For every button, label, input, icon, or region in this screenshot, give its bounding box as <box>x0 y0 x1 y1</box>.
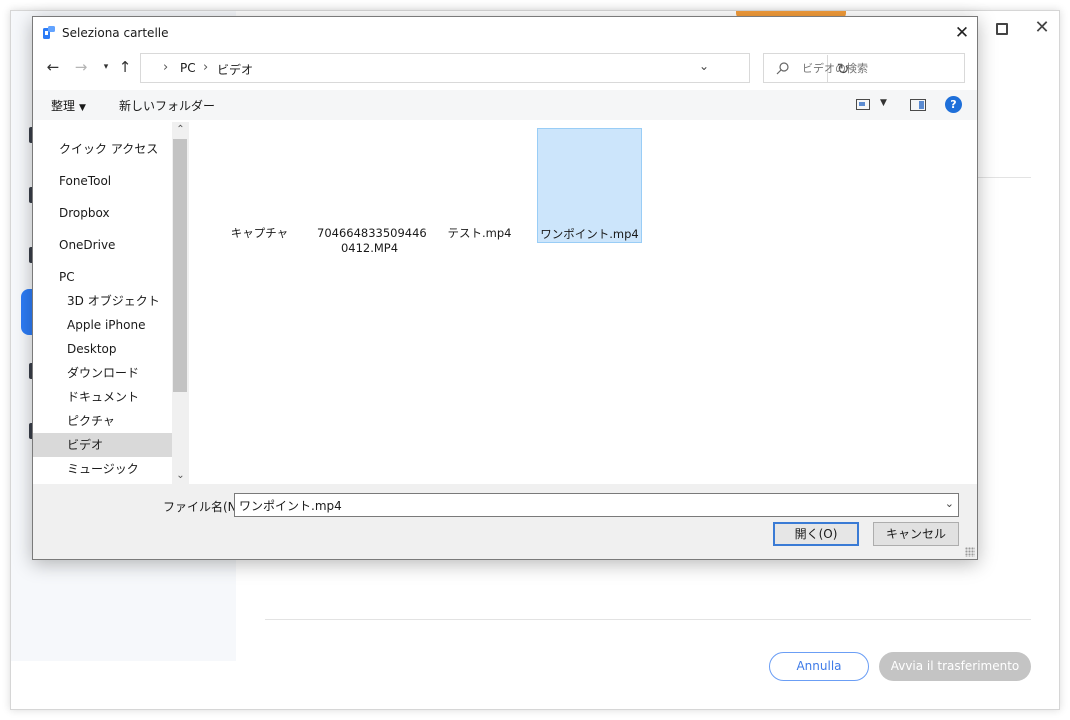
filename-combobox[interactable]: ⌄ <box>234 493 959 517</box>
file-item[interactable]: 704664833509446 0412.MP4 <box>317 128 427 255</box>
nav-item-videos[interactable]: ビデオ <box>33 433 172 457</box>
nav-item-documents[interactable]: ドキュメント <box>33 385 172 409</box>
divider <box>978 177 1031 178</box>
file-item[interactable]: テスト.mp4 <box>427 128 532 243</box>
chevron-down-icon[interactable]: ⌄ <box>172 468 189 484</box>
forward-arrow-icon[interactable]: → <box>71 57 91 77</box>
back-arrow-icon[interactable]: ← <box>43 57 63 77</box>
file-item[interactable]: キャプチャ <box>207 128 312 243</box>
file-name: キャプチャ <box>230 226 289 240</box>
breadcrumb-separator-icon: › <box>203 60 209 75</box>
chevron-down-icon: ▼ <box>79 103 86 113</box>
dialog-title: Seleziona cartelle <box>62 26 169 40</box>
dialog-toolbar: 整理 ▼ 新しいフォルダー ▼ ? <box>33 90 977 120</box>
help-icon[interactable]: ? <box>945 96 962 113</box>
organize-label: 整理 <box>51 99 76 113</box>
open-button[interactable]: 開く(O) <box>773 522 859 546</box>
new-folder-button[interactable]: 新しいフォルダー <box>119 97 215 114</box>
nav-item-music[interactable]: ミュージック <box>33 457 172 481</box>
nav-item-3d-objects[interactable]: 3D オブジェクト <box>33 289 172 313</box>
file-item-selected[interactable]: ワンポイント.mp4 <box>537 128 642 243</box>
nav-item-onedrive[interactable]: OneDrive <box>33 233 172 257</box>
chevron-up-icon[interactable]: ⌃ <box>172 122 189 138</box>
cancel-button[interactable]: Annulla <box>769 652 869 681</box>
dialog-close-icon[interactable]: ✕ <box>949 21 975 45</box>
search-input[interactable] <box>802 60 952 76</box>
app-logo-icon <box>43 26 55 39</box>
search-box[interactable] <box>763 53 965 83</box>
nav-item-desktop[interactable]: Desktop <box>33 337 172 361</box>
address-bar[interactable]: › PC › ビデオ ⌄ ↻ <box>140 53 849 83</box>
scrollbar-thumb[interactable] <box>173 139 187 392</box>
file-name: ワンポイント.mp4 <box>540 227 639 241</box>
navigation-bar: ← → ▾ ↑ › PC › ビデオ ⌄ ↻ <box>33 51 977 85</box>
navigation-pane: クイック アクセス FoneTool Dropbox OneDrive PC 3… <box>33 122 188 484</box>
nav-item-quick-access[interactable]: クイック アクセス <box>33 137 172 161</box>
chevron-down-icon[interactable]: ⌄ <box>945 497 954 510</box>
filename-input[interactable] <box>239 497 929 513</box>
start-transfer-button[interactable]: Avvia il trasferimento <box>879 652 1031 681</box>
file-list: キャプチャ 704664833509446 0412.MP4 テスト.mp4 ワ… <box>190 122 977 484</box>
address-dropdown-icon[interactable]: ⌄ <box>696 59 712 73</box>
chevron-down-icon[interactable]: ▼ <box>880 98 887 108</box>
maximize-icon[interactable] <box>996 23 1008 35</box>
preview-pane-icon[interactable] <box>910 99 926 111</box>
close-icon[interactable]: ✕ <box>1031 17 1053 39</box>
resize-grip-icon[interactable] <box>965 547 975 557</box>
nav-item-pictures[interactable]: ピクチャ <box>33 409 172 433</box>
recent-locations-chevron-icon[interactable]: ▾ <box>96 57 116 77</box>
cancel-button[interactable]: キャンセル <box>873 522 959 546</box>
organize-menu[interactable]: 整理 ▼ <box>51 97 86 114</box>
nav-scrollbar[interactable]: ⌃ ⌄ <box>172 122 189 484</box>
breadcrumb-item[interactable]: ビデオ <box>217 61 253 78</box>
nav-item-downloads[interactable]: ダウンロード <box>33 361 172 385</box>
dialog-titlebar: Seleziona cartelle ✕ <box>33 17 977 49</box>
breadcrumb-item[interactable]: PC <box>180 61 196 75</box>
nav-item-fonetool[interactable]: FoneTool <box>33 169 172 193</box>
breadcrumb-separator-icon: › <box>163 60 169 75</box>
nav-item-pc[interactable]: PC <box>33 265 172 289</box>
nav-item-dropbox[interactable]: Dropbox <box>33 201 172 225</box>
search-icon <box>776 62 789 75</box>
file-name: テスト.mp4 <box>447 226 512 240</box>
up-arrow-icon[interactable]: ↑ <box>115 57 135 77</box>
nav-item-apple-iphone[interactable]: Apple iPhone <box>33 313 172 337</box>
view-options-icon[interactable] <box>856 99 870 110</box>
dialog-footer: ファイル名(N): ⌄ 開く(O) キャンセル <box>33 484 977 559</box>
select-folder-dialog: Seleziona cartelle ✕ ← → ▾ ↑ › PC › ビデオ … <box>32 16 978 560</box>
divider <box>265 619 1031 620</box>
file-name: 704664833509446 0412.MP4 <box>317 226 427 255</box>
